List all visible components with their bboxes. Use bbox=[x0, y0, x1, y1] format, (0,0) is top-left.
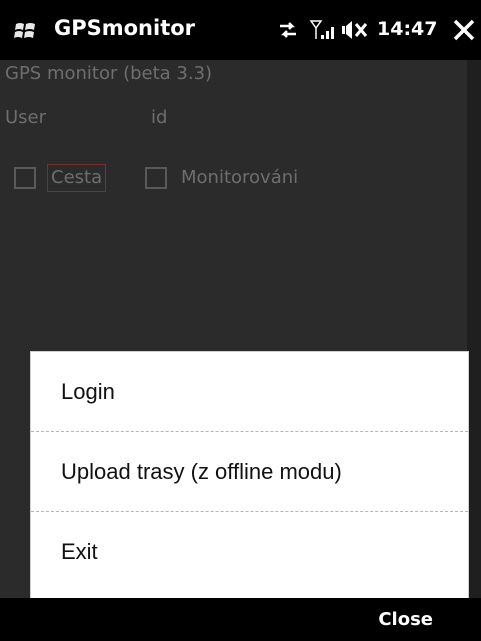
menu-item-upload-trasy[interactable]: Upload trasy (z offline modu) bbox=[31, 432, 468, 512]
connectivity-icon[interactable] bbox=[277, 19, 299, 41]
windows-logo-icon[interactable] bbox=[14, 20, 36, 40]
close-softkey-button[interactable]: Close bbox=[378, 609, 433, 630]
volume-muted-icon[interactable] bbox=[341, 18, 371, 42]
menu-item-exit[interactable]: Exit bbox=[31, 512, 468, 598]
popup-menu: Login Upload trasy (z offline modu) Exit bbox=[31, 352, 468, 598]
softkey-bar: Close bbox=[0, 598, 481, 641]
cesta-checkbox[interactable] bbox=[14, 167, 36, 189]
user-id-value: id bbox=[151, 107, 168, 128]
app-title: GPSmonitor bbox=[54, 16, 196, 40]
monitoring-checkbox-label[interactable]: Monitorováni bbox=[181, 165, 298, 191]
cesta-checkbox-label[interactable]: Cesta bbox=[47, 164, 107, 192]
user-label: User bbox=[5, 107, 47, 128]
version-label: GPS monitor (beta 3.3) bbox=[5, 63, 213, 84]
close-icon[interactable] bbox=[451, 18, 477, 42]
monitoring-checkbox[interactable] bbox=[145, 167, 167, 189]
title-bar: GPSmonitor 14:47 bbox=[0, 0, 481, 60]
scrollbar[interactable] bbox=[467, 60, 481, 598]
signal-icon[interactable] bbox=[309, 18, 337, 42]
clock: 14:47 bbox=[377, 18, 438, 40]
menu-item-login[interactable]: Login bbox=[31, 352, 468, 432]
